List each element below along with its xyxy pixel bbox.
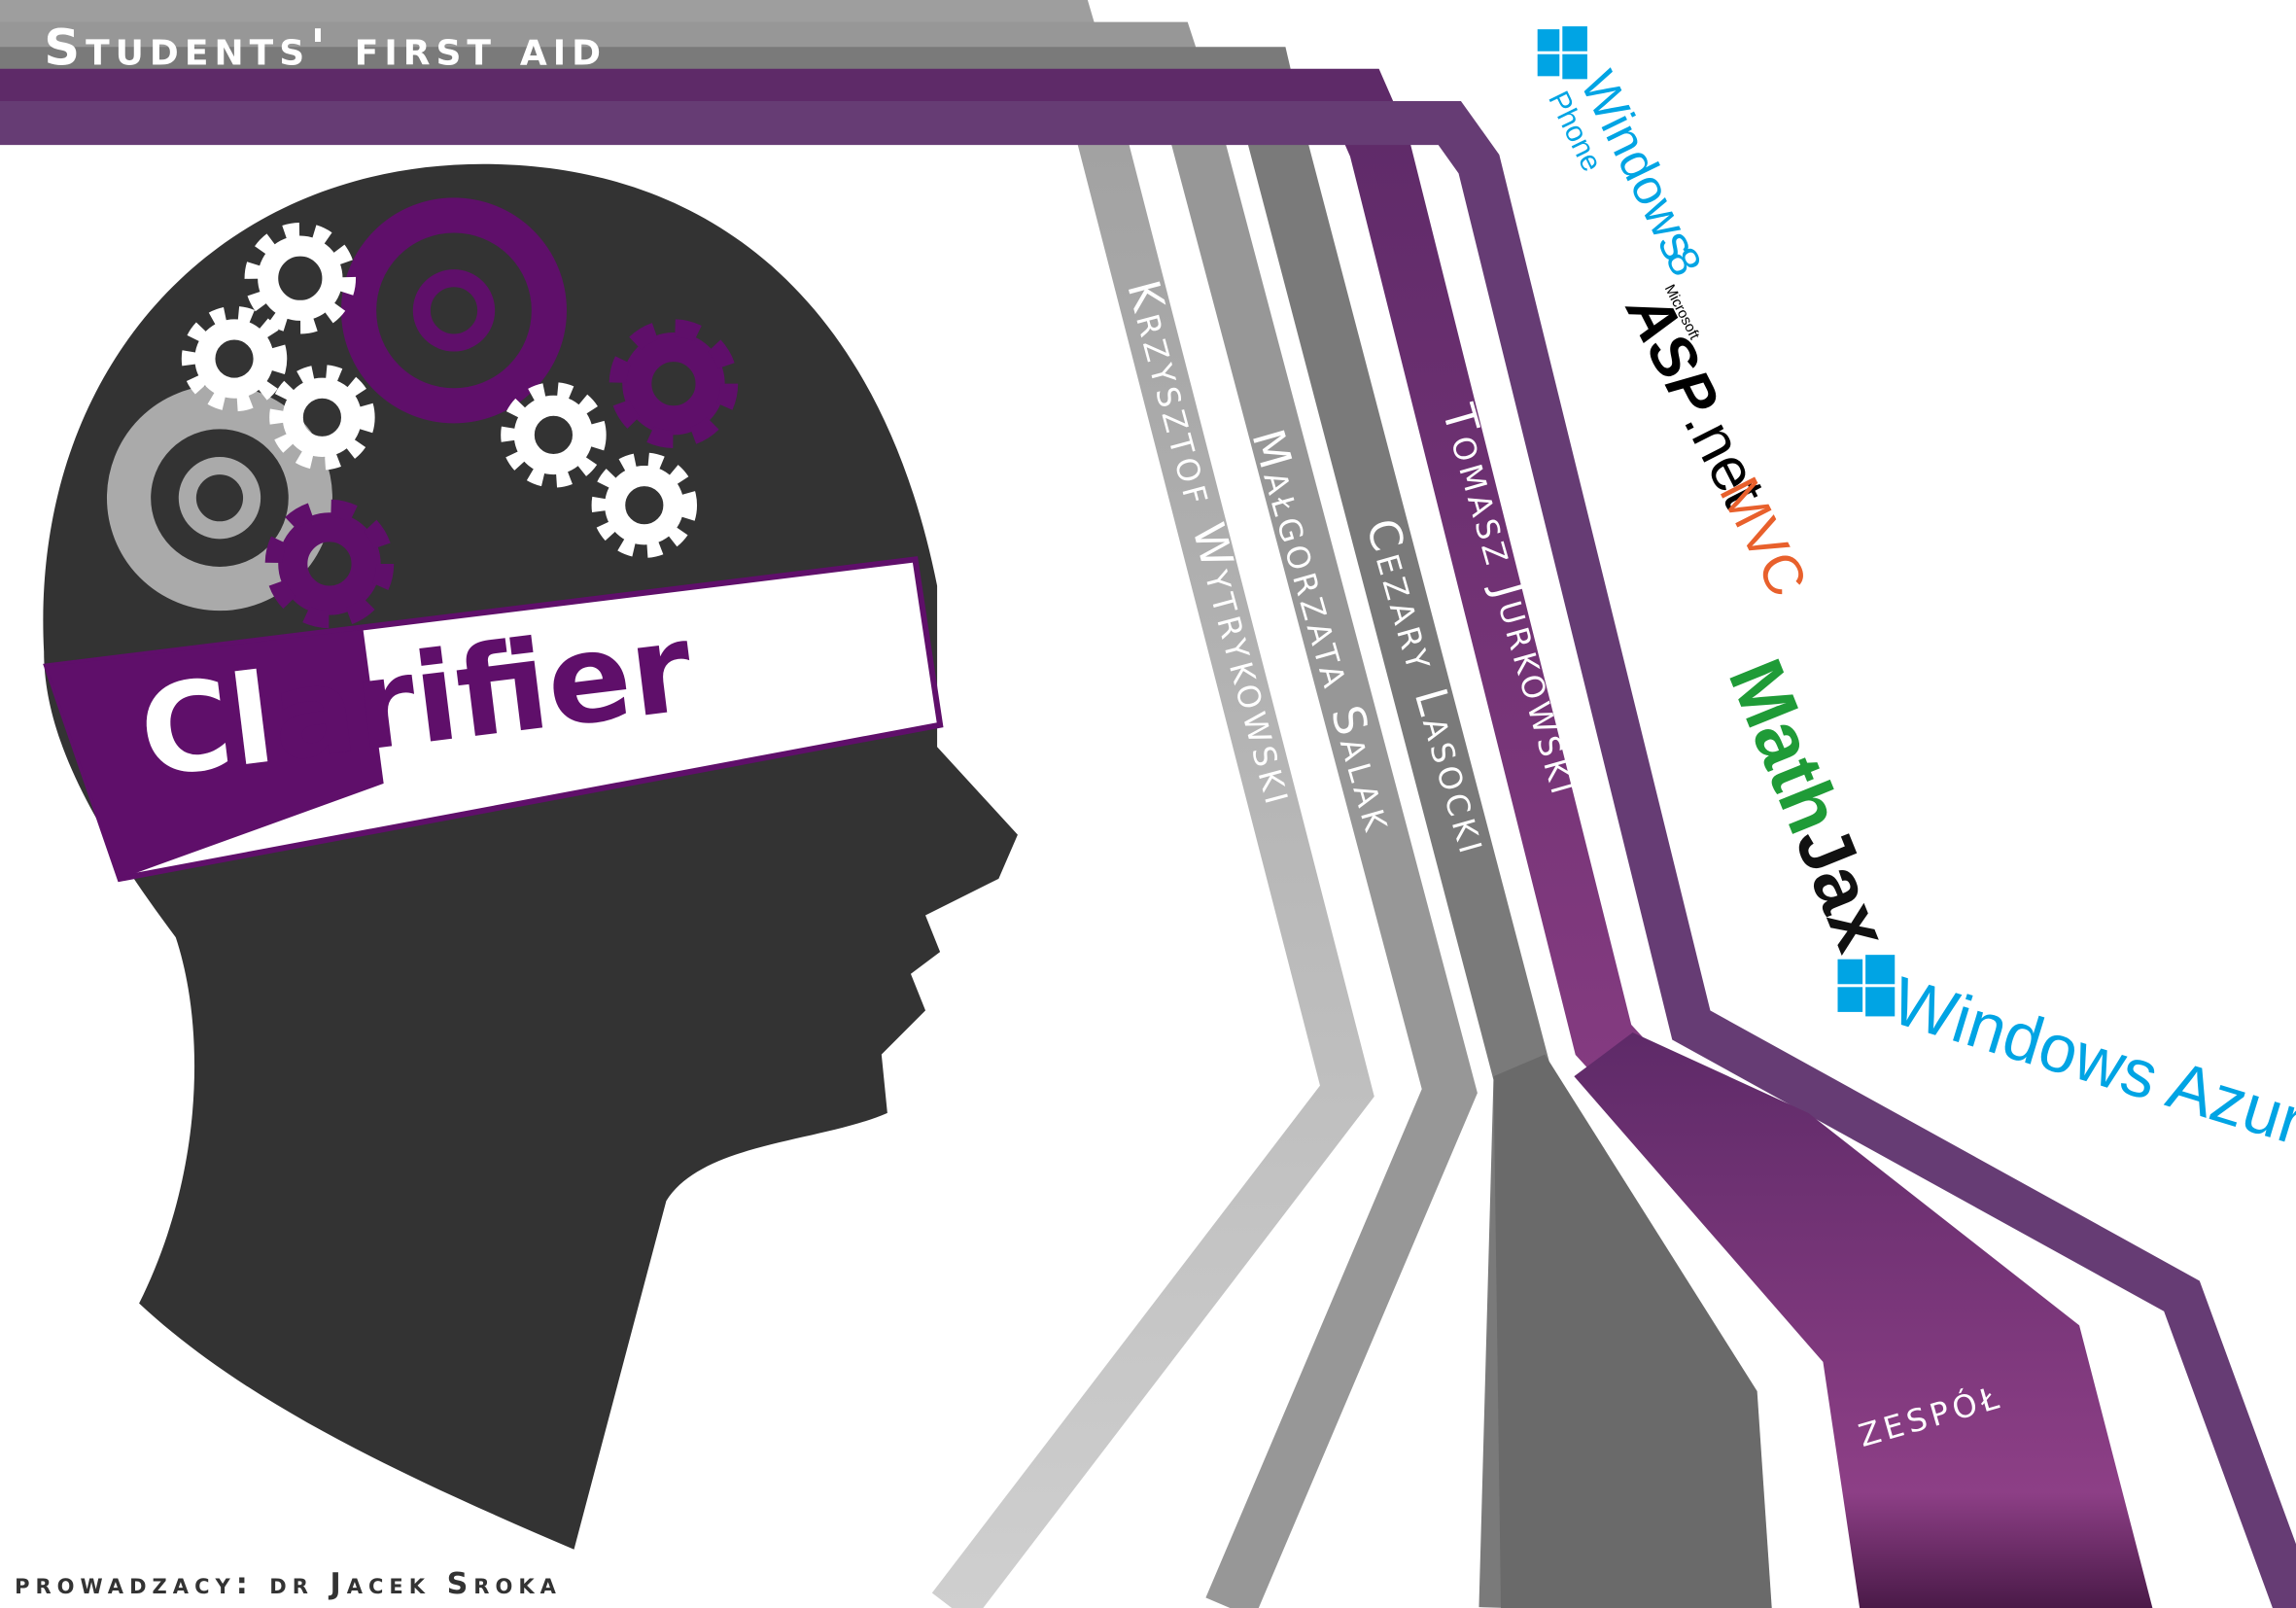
mathjax-name-a: Math [1713, 647, 1859, 844]
windows-azure-name: Windows Azure [1884, 961, 2296, 1170]
aspnet-mvc-logo: Microsoft ASP.net MVC [1613, 281, 1819, 606]
supervisor-credit: prowadzacy: dr Jacek Sroka [15, 1567, 562, 1601]
windows-phone-logo: Windows 8 Phone [1537, 26, 1712, 284]
windows-flag-icon [1837, 955, 1896, 1017]
clarifier-text-a: Cl [132, 647, 281, 806]
poster-title: Students' first aid [44, 18, 607, 77]
aspnet-suffix: MVC [1707, 468, 1819, 606]
poster: Students' first aid Clarifier Krzysztof … [0, 0, 2296, 1608]
windows-flag-icon [1537, 26, 1587, 80]
mathjax-name: MathJax [1713, 647, 1906, 962]
mathjax-logo: MathJax [1713, 647, 1906, 962]
